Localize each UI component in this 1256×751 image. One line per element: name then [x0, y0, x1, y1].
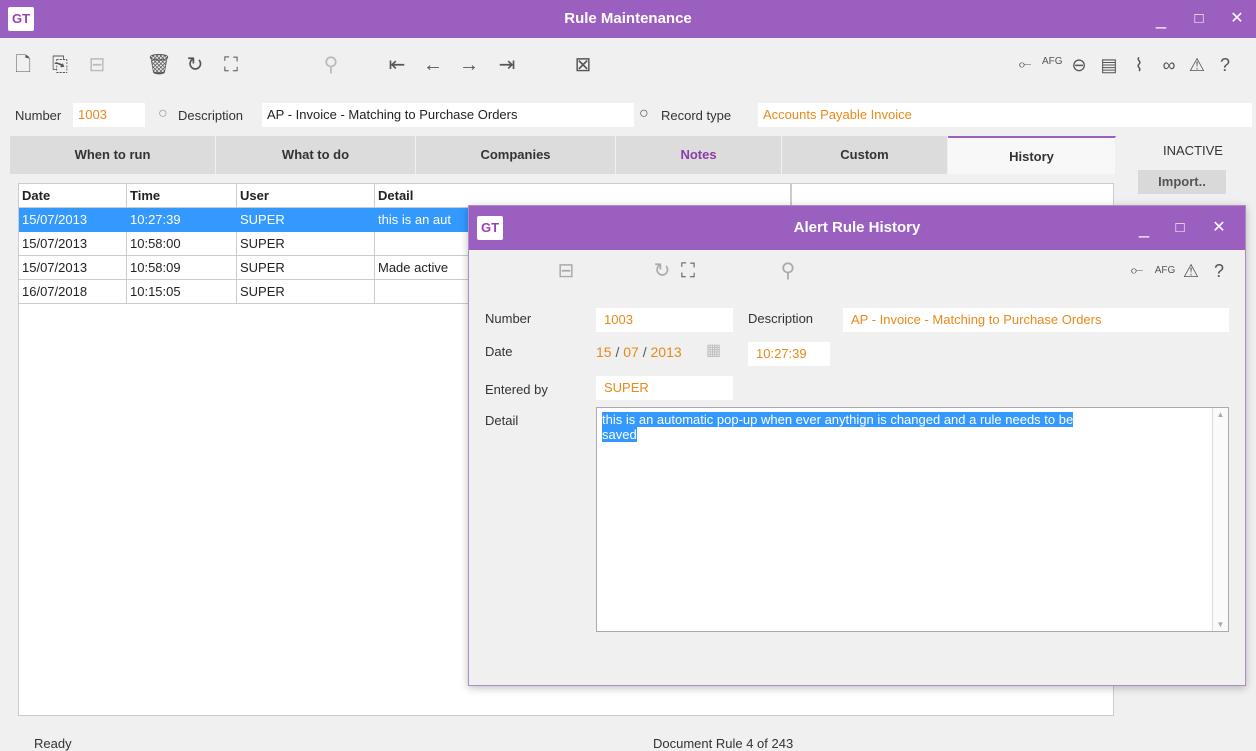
cell-time: 10:27:39 — [127, 208, 237, 232]
cell-date: 15/07/2013 — [19, 256, 127, 280]
alert-icon[interactable]: ⚠ — [1184, 52, 1210, 78]
next-record-icon[interactable]: → — [456, 52, 482, 78]
cell-time: 10:58:00 — [127, 232, 237, 256]
description-field[interactable]: AP - Invoice - Matching to Purchase Orde… — [262, 103, 634, 127]
number-field[interactable]: 1003 — [73, 103, 145, 127]
detail-text: this is an automatic pop-up when ever an… — [602, 412, 1202, 442]
dialog-alert-icon[interactable]: ⚠ — [1178, 258, 1204, 284]
cell-date: 15/07/2013 — [19, 208, 127, 232]
date-month[interactable]: 07 — [623, 344, 639, 360]
record-type-label: Record type — [661, 108, 732, 123]
status-text: Ready — [34, 736, 72, 751]
cell-time: 10:15:05 — [127, 280, 237, 304]
back-circle-icon[interactable]: ⊖ — [1066, 52, 1092, 78]
main-toolbar: 🗋 ⎘ ⊟ 🗑 ↻ ⛶ ⚲ ⇤ ← → ⇥ ⊠ ⟜ AFG ⊖ ▤ ⌇ ∞ ⚠ … — [0, 38, 1256, 96]
workflow-icon[interactable]: ⛶ — [218, 52, 244, 78]
last-record-icon[interactable]: ⇥ — [494, 52, 520, 78]
column-header-date[interactable]: Date — [19, 184, 127, 208]
detail-line-2: saved — [602, 427, 637, 442]
dialog-description-field[interactable]: AP - Invoice - Matching to Purchase Orde… — [843, 308, 1229, 332]
scroll-down-icon[interactable]: ▼ — [1213, 620, 1228, 629]
dialog-number-field[interactable]: 1003 — [596, 308, 733, 332]
tab-what-to-do[interactable]: What to do — [216, 136, 416, 174]
dialog-find-icon[interactable]: ⚲ — [775, 258, 801, 284]
first-record-icon[interactable]: ⇤ — [384, 52, 410, 78]
number-label: Number — [15, 108, 62, 123]
dialog-save-icon[interactable]: ⊟ — [553, 258, 579, 284]
detail-line-1: this is an automatic pop-up when ever an… — [602, 412, 1074, 427]
refresh-icon[interactable]: ↻ — [182, 52, 208, 78]
record-type-field[interactable]: Accounts Payable Invoice — [758, 103, 1252, 127]
column-header-user[interactable]: User — [237, 184, 375, 208]
dialog-description-label: Description — [748, 311, 814, 326]
previous-record-icon[interactable]: ← — [420, 52, 446, 78]
cell-user: SUPER — [237, 280, 375, 304]
cancel-icon[interactable]: ⊠ — [570, 52, 596, 78]
number-search-icon[interactable]: ○ — [158, 105, 168, 123]
tab-custom[interactable]: Custom — [782, 136, 948, 174]
find-icon[interactable]: ⚲ — [318, 52, 344, 78]
tab-when-to-run[interactable]: When to run — [10, 136, 216, 174]
cell-time: 10:58:09 — [127, 256, 237, 280]
date-separator: / — [615, 344, 620, 360]
date-year[interactable]: 2013 — [651, 344, 682, 360]
cell-user: SUPER — [237, 256, 375, 280]
cell-user: SUPER — [237, 208, 375, 232]
minimize-button[interactable]: _ — [1146, 0, 1176, 38]
dialog-date-label: Date — [485, 344, 513, 359]
column-header-time[interactable]: Time — [127, 184, 237, 208]
dialog-detail-textarea[interactable]: this is an automatic pop-up when ever an… — [596, 407, 1229, 632]
tab-history[interactable]: History — [948, 136, 1116, 174]
calendar-icon[interactable]: ▦ — [706, 339, 721, 363]
date-day[interactable]: 15 — [596, 344, 612, 360]
description-search-icon[interactable]: ○ — [639, 105, 649, 123]
date-separator: / — [642, 344, 647, 360]
attach-icon[interactable]: ⌇ — [1126, 52, 1152, 78]
dialog-minimize-button[interactable]: _ — [1129, 206, 1159, 250]
detail-scrollbar[interactable]: ▲ ▼ — [1212, 408, 1228, 631]
scroll-up-icon[interactable]: ▲ — [1213, 410, 1228, 419]
link-icon[interactable]: ∞ — [1156, 52, 1182, 78]
copy-document-icon[interactable]: ⎘ — [47, 52, 73, 78]
dialog-refresh-icon[interactable]: ↻ — [649, 258, 675, 284]
cell-date: 15/07/2013 — [19, 232, 127, 256]
save-icon[interactable]: ⊟ — [84, 52, 110, 78]
import-button[interactable]: Import.. — [1138, 170, 1226, 194]
cell-date: 16/07/2018 — [19, 280, 127, 304]
tag-icon[interactable]: ⟜ — [1012, 52, 1038, 78]
dialog-afg-icon[interactable]: AFG — [1152, 258, 1178, 284]
dialog-number-label: Number — [485, 311, 532, 326]
description-label: Description — [178, 108, 244, 123]
dialog-maximize-button[interactable]: □ — [1165, 206, 1195, 250]
maximize-button[interactable]: □ — [1184, 0, 1214, 38]
document-icon[interactable]: ▤ — [1096, 52, 1122, 78]
dialog-close-button[interactable]: ✕ — [1204, 206, 1234, 250]
dialog-tag-icon[interactable]: ⟜ — [1124, 258, 1150, 284]
tab-companies[interactable]: Companies — [416, 136, 616, 174]
title-bar: GT Rule Maintenance _ □ ✕ — [0, 0, 1256, 38]
inactive-status-label: INACTIVE — [1163, 143, 1223, 158]
dialog-help-icon[interactable]: ? — [1206, 258, 1232, 284]
close-button[interactable]: ✕ — [1222, 0, 1252, 38]
dialog-workflow-icon[interactable]: ⛶ — [675, 258, 701, 284]
delete-icon[interactable]: 🗑 — [146, 52, 172, 78]
tab-notes[interactable]: Notes — [616, 136, 782, 174]
window-title: Rule Maintenance — [564, 10, 692, 27]
dialog-title-bar: GT Alert Rule History _ □ ✕ — [469, 206, 1245, 250]
tab-bar: When to run What to do Companies Notes C… — [10, 136, 1116, 174]
afg-icon[interactable]: AFG — [1042, 56, 1063, 67]
cell-user: SUPER — [237, 232, 375, 256]
dialog-entered-by-label: Entered by — [485, 382, 548, 397]
dialog-time-field[interactable]: 10:27:39 — [748, 342, 830, 366]
dialog-entered-by-field[interactable]: SUPER — [596, 376, 733, 400]
new-document-icon[interactable]: 🗋 — [10, 52, 36, 78]
record-position-text: Document Rule 4 of 243 — [653, 736, 794, 751]
alert-rule-history-dialog: GT Alert Rule History _ □ ✕ ⊟ ↻ ⛶ ⚲ ⟜ AF… — [468, 205, 1246, 686]
help-icon[interactable]: ? — [1212, 52, 1238, 78]
dialog-date-field[interactable]: 15 / 07 / 2013 — [596, 340, 682, 364]
dialog-detail-label: Detail — [485, 413, 519, 428]
